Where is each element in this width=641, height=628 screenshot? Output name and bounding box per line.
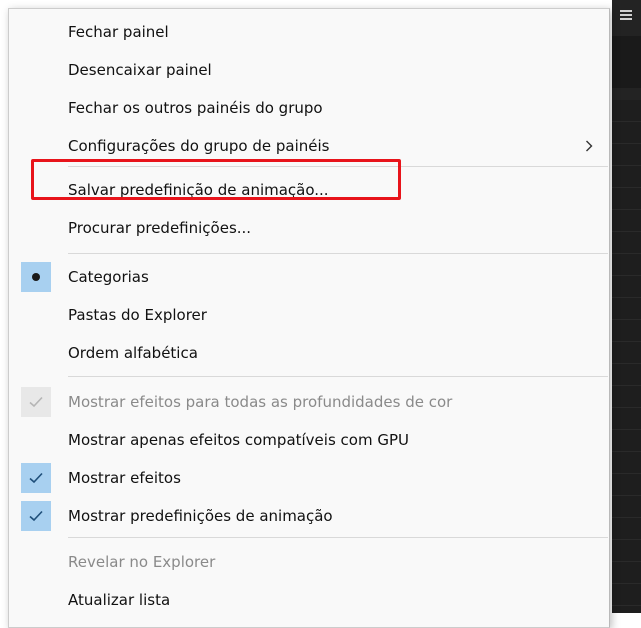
menu-item-label: Atualizar lista	[68, 591, 171, 609]
menu-item-show-gpu-effects-only[interactable]: Mostrar apenas efeitos compatíveis com G…	[9, 421, 609, 459]
menu-item-label: Mostrar predefinições de animação	[68, 507, 333, 525]
context-menu: Fechar painel Desencaixar painel Fechar …	[8, 8, 610, 628]
highlight-box-annotation	[31, 159, 401, 200]
checkmark-icon	[29, 472, 43, 484]
menu-item-label: Mostrar efeitos	[68, 469, 181, 487]
menu-item-label: Fechar painel	[68, 23, 169, 41]
menu-separator	[68, 253, 608, 254]
menu-item-label: Revelar no Explorer	[68, 553, 216, 571]
menu-item-refresh-list[interactable]: Atualizar lista	[9, 581, 609, 619]
check-indicator	[21, 387, 51, 417]
menu-item-label: Fechar os outros painéis do grupo	[68, 99, 323, 117]
menu-item-close-other-panels[interactable]: Fechar os outros painéis do grupo	[9, 89, 609, 127]
check-indicator	[21, 463, 51, 493]
menu-item-categories[interactable]: Categorias	[9, 258, 609, 296]
menu-item-label: Procurar predefinições...	[68, 219, 252, 237]
chevron-right-icon	[586, 140, 593, 152]
menu-item-label: Pastas do Explorer	[68, 306, 207, 324]
menu-item-label: Ordem alfabética	[68, 344, 198, 362]
menu-item-show-effects[interactable]: Mostrar efeitos	[9, 459, 609, 497]
app-panel-header	[612, 36, 641, 88]
menu-item-explorer-folders[interactable]: Pastas do Explorer	[9, 296, 609, 334]
menu-separator	[68, 537, 608, 538]
bullet-icon	[32, 273, 40, 281]
menu-item-show-animation-presets[interactable]: Mostrar predefinições de animação	[9, 497, 609, 535]
app-panel-list	[612, 100, 641, 613]
checkmark-icon	[29, 396, 43, 408]
menu-item-show-all-color-depth-effects: Mostrar efeitos para todas as profundida…	[9, 383, 609, 421]
menu-item-reveal-in-explorer: Revelar no Explorer	[9, 543, 609, 581]
menu-item-close-panel[interactable]: Fechar painel	[9, 13, 609, 51]
checkmark-icon	[29, 510, 43, 522]
hamburger-icon[interactable]	[620, 10, 632, 20]
menu-item-label: Desencaixar painel	[68, 61, 212, 79]
app-background-panel	[612, 0, 641, 613]
menu-item-undock-panel[interactable]: Desencaixar painel	[9, 51, 609, 89]
menu-item-label: Mostrar efeitos para todas as profundida…	[68, 393, 453, 411]
menu-item-label: Categorias	[68, 268, 149, 286]
menu-item-label: Mostrar apenas efeitos compatíveis com G…	[68, 431, 409, 449]
menu-separator	[68, 376, 608, 377]
menu-item-browse-presets[interactable]: Procurar predefinições...	[9, 209, 609, 247]
menu-item-alphabetical-order[interactable]: Ordem alfabética	[9, 334, 609, 372]
check-indicator	[21, 501, 51, 531]
selection-indicator	[21, 262, 51, 292]
